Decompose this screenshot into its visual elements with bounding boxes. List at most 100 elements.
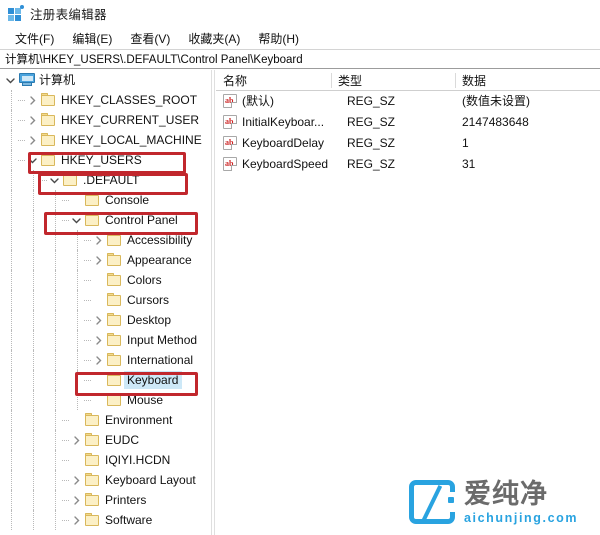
tree-guide-line: [55, 210, 56, 230]
tree-node-printers[interactable]: Printers: [0, 490, 211, 510]
tree-node-[interactable]: 计算机: [0, 70, 211, 90]
tree-node-default[interactable]: .DEFAULT: [0, 170, 211, 190]
tree-guide-line: [40, 180, 47, 181]
tree-node-software[interactable]: Software: [0, 510, 211, 530]
tree-node-input-method[interactable]: Input Method: [0, 330, 211, 350]
value-name: (默认): [242, 94, 274, 108]
tree-node-international[interactable]: International: [0, 350, 211, 370]
tree-guide-line: [55, 470, 56, 490]
tree-node-hkey-local-machine[interactable]: HKEY_LOCAL_MACHINE: [0, 130, 211, 150]
chevron-down-icon[interactable]: [49, 175, 60, 186]
folder-icon: [107, 393, 122, 406]
chevron-right-icon[interactable]: [93, 255, 104, 266]
tree-node-hkey-users[interactable]: HKEY_USERS: [0, 150, 211, 170]
value-row[interactable]: KeyboardSpeed REG_SZ 31: [216, 154, 600, 175]
folder-icon: [41, 113, 56, 126]
tree-node-console[interactable]: Console: [0, 190, 211, 210]
tree-guide-line: [55, 410, 56, 430]
menu-item-edit[interactable]: 编辑(E): [63, 28, 121, 49]
value-name: InitialKeyboar...: [242, 115, 325, 129]
tree-guide-line: [11, 350, 12, 370]
tree-node-keyboard[interactable]: Keyboard: [0, 370, 211, 390]
tree-node-accessibility[interactable]: Accessibility: [0, 230, 211, 250]
tree-guide-line: [11, 190, 12, 210]
tree-guide-line: [11, 90, 12, 110]
tree-node-appearance[interactable]: Appearance: [0, 250, 211, 270]
column-header-name[interactable]: 名称: [216, 70, 331, 91]
chevron-right-icon[interactable]: [71, 515, 82, 526]
tree-guide-line: [55, 290, 56, 310]
tree-node-eudc[interactable]: EUDC: [0, 430, 211, 450]
tree-guide-line: [33, 370, 34, 390]
tree-node-label: Control Panel: [105, 213, 178, 227]
chevron-right-icon[interactable]: [27, 115, 38, 126]
chevron-right-icon[interactable]: [93, 355, 104, 366]
tree-guide-line: [11, 490, 12, 510]
value-type: REG_SZ: [347, 94, 396, 108]
tree-guide-line: [11, 310, 12, 330]
tree-guide-line: [55, 190, 56, 210]
tree-node-cursors[interactable]: Cursors: [0, 290, 211, 310]
registry-tree[interactable]: 计算机 HKEY_CLASSES_ROOT HKEY_CURRENT_USER HKE…: [0, 70, 211, 535]
tree-guide-line: [33, 410, 34, 430]
value-row[interactable]: InitialKeyboar... REG_SZ 2147483648: [216, 112, 600, 133]
chevron-right-icon[interactable]: [27, 135, 38, 146]
pane-splitter[interactable]: [211, 70, 215, 535]
tree-guide-line: [33, 450, 34, 470]
chevron-right-icon[interactable]: [71, 495, 82, 506]
tree-guide-line: [84, 380, 91, 381]
tree-guide-line: [62, 500, 69, 501]
tree-node-hkey-current-user[interactable]: HKEY_CURRENT_USER: [0, 110, 211, 130]
chevron-right-icon[interactable]: [93, 335, 104, 346]
tree-node-label: Keyboard: [124, 371, 183, 389]
tree-node-environment[interactable]: Environment: [0, 410, 211, 430]
chevron-right-icon[interactable]: [27, 95, 38, 106]
chevron-down-icon[interactable]: [71, 215, 82, 226]
tree-node-keyboard-layout[interactable]: Keyboard Layout: [0, 470, 211, 490]
tree-guide-line: [55, 250, 56, 270]
tree-node-hkey-classes-root[interactable]: HKEY_CLASSES_ROOT: [0, 90, 211, 110]
chevron-down-icon[interactable]: [5, 75, 16, 86]
folder-icon: [85, 473, 100, 486]
folder-icon: [107, 293, 122, 306]
tree-guide-line: [33, 210, 34, 230]
address-bar[interactable]: 计算机\HKEY_USERS\.DEFAULT\Control Panel\Ke…: [0, 49, 600, 69]
value-row[interactable]: (默认) REG_SZ (数值未设置): [216, 91, 600, 112]
folder-icon: [41, 133, 56, 146]
menu-item-favorites[interactable]: 收藏夹(A): [179, 28, 249, 49]
value-type: REG_SZ: [347, 136, 396, 150]
tree-guide-line: [84, 280, 91, 281]
folder-icon: [107, 253, 122, 266]
tree-node-colors[interactable]: Colors: [0, 270, 211, 290]
chevron-right-icon[interactable]: [93, 235, 104, 246]
column-header-data[interactable]: 数据: [455, 70, 600, 91]
chevron-down-icon[interactable]: [27, 155, 38, 166]
menu-item-view[interactable]: 查看(V): [121, 28, 179, 49]
chevron-right-icon[interactable]: [71, 435, 82, 446]
tree-node-label: HKEY_LOCAL_MACHINE: [61, 133, 202, 147]
tree-guide-line: [11, 510, 12, 530]
folder-icon: [107, 273, 122, 286]
tree-guide-line: [33, 170, 34, 190]
tree-node-iqiyi-hcdn[interactable]: IQIYI.HCDN: [0, 450, 211, 470]
tree-node-label: Colors: [127, 273, 162, 287]
value-row[interactable]: KeyboardDelay REG_SZ 1: [216, 133, 600, 154]
tree-node-label: Cursors: [127, 293, 170, 307]
window-title: 注册表编辑器: [30, 8, 107, 22]
chevron-right-icon[interactable]: [71, 475, 82, 486]
tree-node-desktop[interactable]: Desktop: [0, 310, 211, 330]
computer-icon: [19, 73, 35, 86]
column-header-type[interactable]: 类型: [331, 70, 455, 91]
value-list-body[interactable]: (默认) REG_SZ (数值未设置) InitialKeyboar... REG_SZ…: [216, 91, 600, 535]
menu-item-file[interactable]: 文件(F): [6, 28, 63, 49]
tree-node-control-panel[interactable]: Control Panel: [0, 210, 211, 230]
tree-guide-line: [11, 410, 12, 430]
tree-node-mouse[interactable]: Mouse: [0, 390, 211, 410]
tree-node-label: Mouse: [127, 393, 164, 407]
chevron-right-icon[interactable]: [93, 315, 104, 326]
folder-icon: [41, 153, 56, 166]
menu-item-help[interactable]: 帮助(H): [249, 28, 308, 49]
tree-node-label: HKEY_CURRENT_USER: [61, 113, 200, 127]
value-list-pane: 名称 类型 数据 (默认) REG_SZ (数值未设置) InitialKeyboar…: [216, 70, 600, 535]
value-type: REG_SZ: [347, 115, 396, 129]
